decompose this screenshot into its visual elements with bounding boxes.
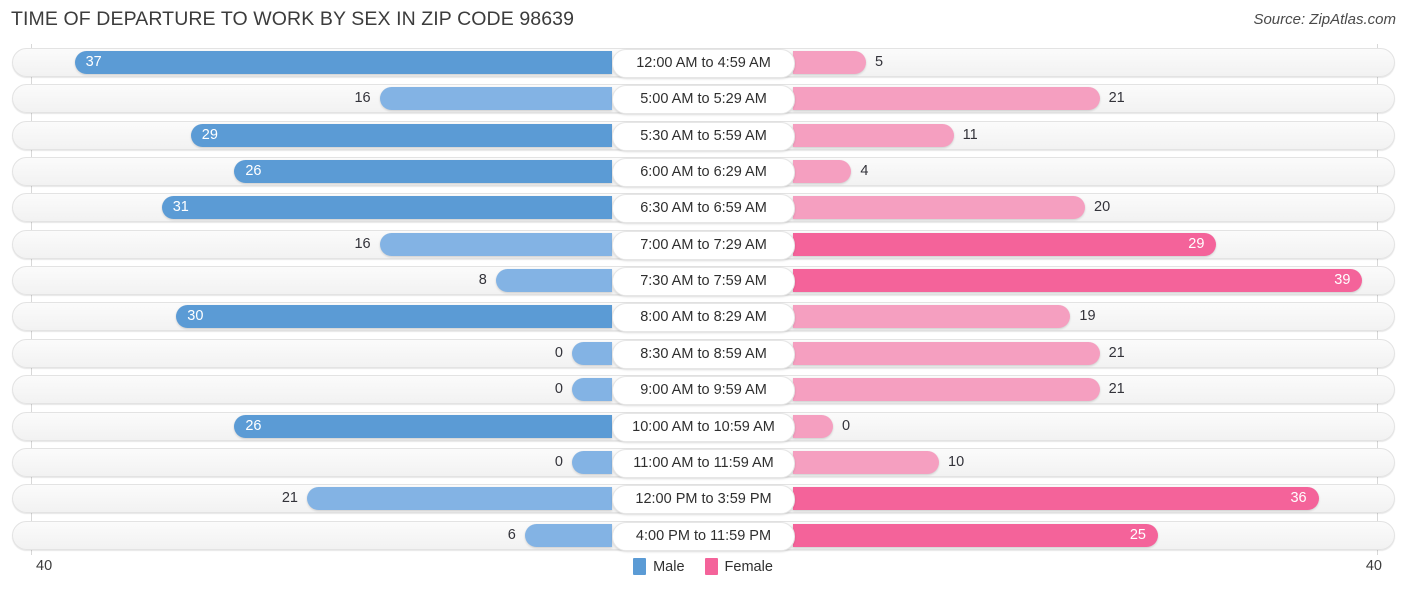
legend-label-female: Female: [724, 558, 773, 575]
bar-female[interactable]: [793, 378, 1100, 402]
bar-male[interactable]: [306, 487, 612, 511]
category-label: 8:00 AM to 8:29 AM: [612, 303, 795, 333]
bar-value-male: 0: [554, 381, 563, 398]
category-label: 5:00 AM to 5:29 AM: [612, 85, 795, 115]
category-label: 7:30 AM to 7:59 AM: [612, 267, 795, 297]
bar-male[interactable]: [524, 523, 612, 547]
chart-row: 0 21 9:00 AM to 9:59 AM: [12, 375, 1395, 406]
bar-male[interactable]: [234, 414, 612, 438]
bar-male[interactable]: [176, 305, 612, 329]
bar-female[interactable]: [793, 523, 1158, 547]
page-title: TIME OF DEPARTURE TO WORK BY SEX IN ZIP …: [11, 8, 575, 30]
category-label: 10:00 AM to 10:59 AM: [612, 412, 795, 442]
bar-value-female: 36: [1290, 490, 1307, 507]
chart-row: 31 20 6:30 AM to 6:59 AM: [12, 193, 1395, 224]
bar-value-male: 16: [354, 235, 371, 252]
category-label: 11:00 AM to 11:59 AM: [612, 448, 795, 478]
bar-value-male: 26: [245, 417, 262, 434]
bar-male[interactable]: [74, 51, 612, 74]
legend-swatch-male-icon: [633, 558, 647, 575]
category-label: 4:00 PM to 11:59 PM: [612, 521, 795, 551]
bar-male[interactable]: [572, 378, 612, 402]
chart-legend: Male Female: [0, 558, 1406, 575]
bar-value-female: 5: [875, 54, 884, 70]
bar-female[interactable]: [793, 123, 954, 147]
bar-female[interactable]: [793, 87, 1100, 111]
bar-female[interactable]: [793, 450, 939, 474]
bar-female[interactable]: [793, 341, 1100, 365]
bar-value-female: 11: [962, 126, 978, 143]
bar-value-male: 29: [201, 126, 218, 143]
bar-female[interactable]: [793, 414, 833, 438]
legend-item-female[interactable]: Female: [704, 558, 773, 575]
bar-male[interactable]: [572, 450, 612, 474]
bar-female[interactable]: [793, 232, 1217, 256]
bar-value-male: 30: [187, 308, 204, 325]
bar-value-male: 37: [85, 54, 102, 70]
bar-value-male: 6: [507, 526, 516, 543]
bar-male[interactable]: [379, 232, 612, 256]
chart-row: 30 19 8:00 AM to 8:29 AM: [12, 302, 1395, 333]
category-label: 8:30 AM to 8:59 AM: [612, 339, 795, 369]
bar-male[interactable]: [572, 341, 612, 365]
chart-row: 16 21 5:00 AM to 5:29 AM: [12, 84, 1395, 115]
chart-row: 0 21 8:30 AM to 8:59 AM: [12, 338, 1395, 369]
legend-swatch-female-icon: [704, 558, 718, 575]
bar-female[interactable]: [793, 196, 1085, 220]
bar-value-female: 39: [1334, 272, 1351, 289]
category-label: 5:30 AM to 5:59 AM: [612, 121, 795, 151]
chart-row: 29 11 5:30 AM to 5:59 AM: [12, 120, 1395, 151]
chart-header: TIME OF DEPARTURE TO WORK BY SEX IN ZIP …: [0, 0, 1406, 44]
bar-value-female: 0: [842, 417, 851, 434]
category-label: 7:00 AM to 7:29 AM: [612, 230, 795, 260]
bar-value-female: 21: [1108, 381, 1125, 398]
chart-footer: 40 40 Male Female: [0, 555, 1406, 595]
bar-male[interactable]: [161, 196, 612, 220]
bar-value-male: 8: [478, 272, 487, 289]
chart-row: 8 39 7:30 AM to 7:59 AM: [12, 266, 1395, 297]
category-label: 9:00 AM to 9:59 AM: [612, 376, 795, 406]
category-label: 12:00 AM to 4:59 AM: [612, 49, 795, 78]
bar-value-male: 26: [245, 163, 262, 180]
bar-value-male: 0: [554, 344, 563, 361]
category-label: 6:00 AM to 6:29 AM: [612, 158, 795, 188]
bar-value-male: 31: [172, 199, 189, 216]
bar-value-male: 21: [281, 490, 298, 507]
chart-row: 16 29 7:00 AM to 7:29 AM: [12, 229, 1395, 260]
bar-female[interactable]: [793, 269, 1363, 293]
bar-value-female: 21: [1108, 90, 1125, 107]
bar-value-female: 19: [1079, 308, 1096, 325]
chart-row: 21 36 12:00 PM to 3:59 PM: [12, 484, 1395, 515]
bar-male[interactable]: [495, 269, 612, 293]
legend-label-male: Male: [653, 558, 685, 575]
bar-value-female: 21: [1108, 344, 1125, 361]
chart-row: 6 25 4:00 PM to 11:59 PM: [12, 520, 1395, 551]
bar-male[interactable]: [379, 87, 612, 111]
chart-plot-area: 37 5 12:00 AM to 4:59 AM 16 21 5:00 AM to 5:2…: [0, 44, 1406, 555]
bar-value-female: 20: [1094, 199, 1111, 216]
bar-female[interactable]: [793, 305, 1071, 329]
bar-value-male: 16: [354, 90, 371, 107]
category-label: 6:30 AM to 6:59 AM: [612, 194, 795, 224]
category-label: 12:00 PM to 3:59 PM: [612, 485, 795, 515]
chart-row: 37 5 12:00 AM to 4:59 AM: [12, 48, 1395, 78]
chart-row: 26 4 6:00 AM to 6:29 AM: [12, 157, 1395, 188]
bar-male[interactable]: [190, 123, 612, 147]
bar-value-female: 25: [1129, 526, 1146, 543]
chart-row: 0 10 11:00 AM to 11:59 AM: [12, 447, 1395, 478]
bar-female[interactable]: [793, 51, 866, 74]
bar-female[interactable]: [793, 160, 852, 184]
bar-value-female: 10: [948, 453, 965, 470]
legend-item-male[interactable]: Male: [633, 558, 685, 575]
bar-value-female: 29: [1188, 235, 1205, 252]
chart-row: 26 0 10:00 AM to 10:59 AM: [12, 411, 1395, 442]
bar-value-female: 4: [860, 163, 869, 180]
bar-female[interactable]: [793, 487, 1319, 511]
source-attribution: Source: ZipAtlas.com: [1253, 11, 1396, 28]
bar-male[interactable]: [234, 160, 612, 184]
bar-value-male: 0: [554, 453, 563, 470]
